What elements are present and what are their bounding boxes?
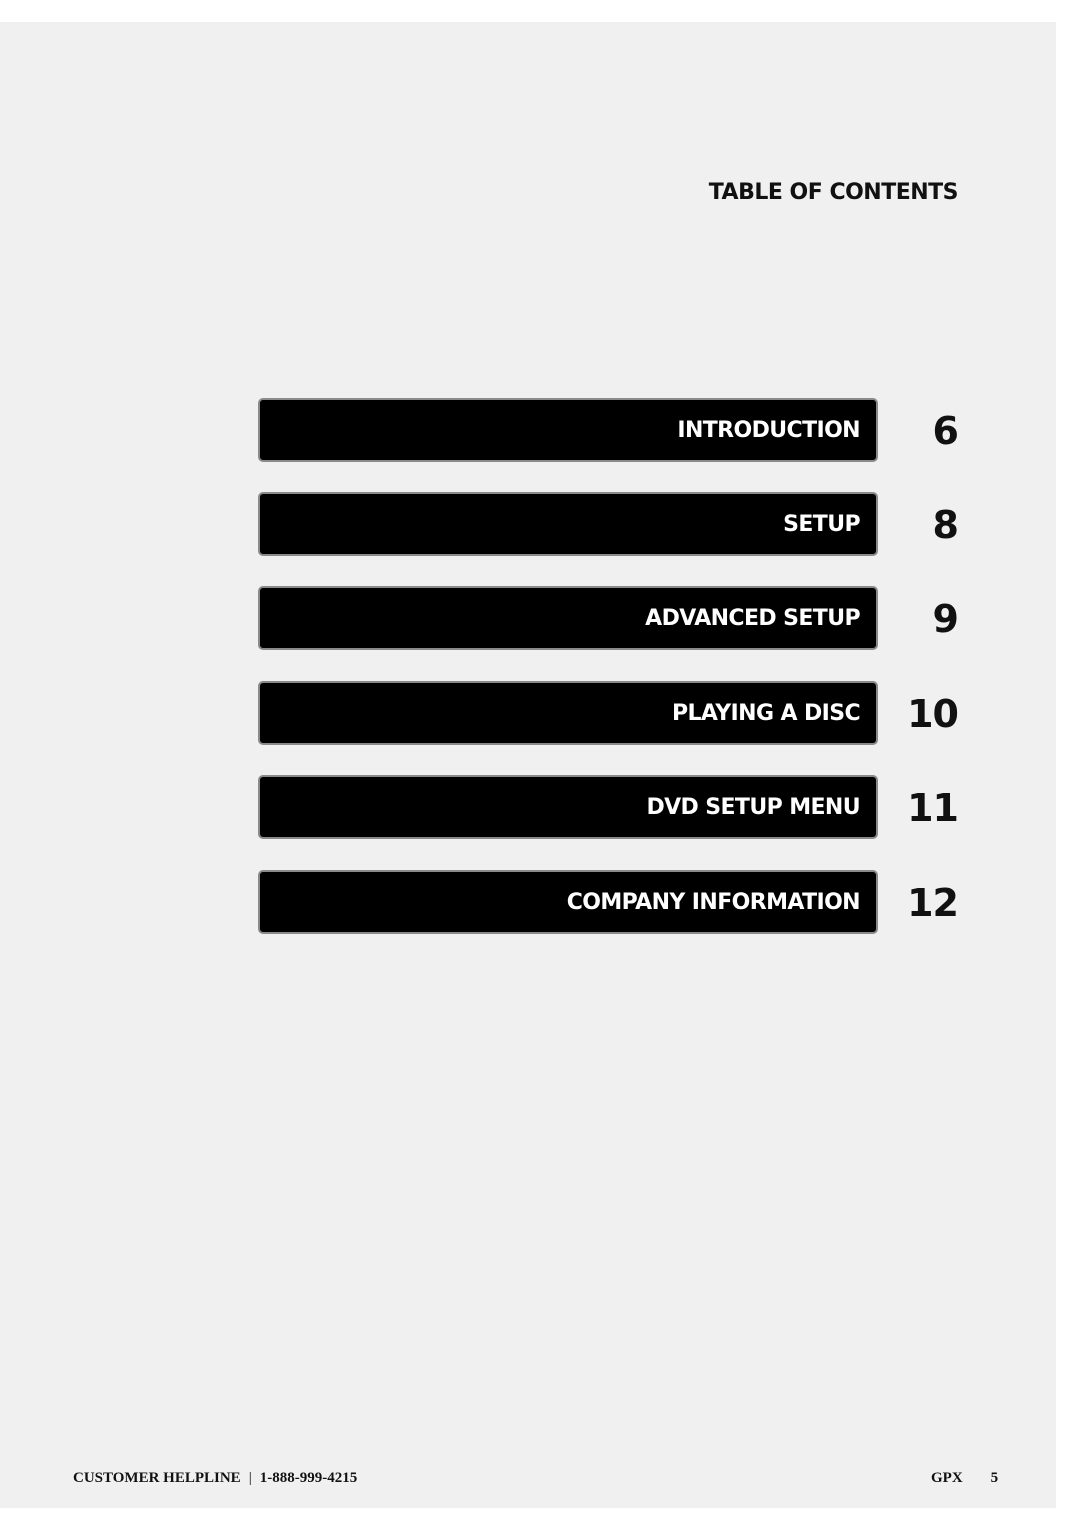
toc-entry-advanced-setup[interactable]: ADVANCED SETUP 9 xyxy=(258,586,959,650)
toc-entry-bar[interactable]: SETUP xyxy=(258,492,878,556)
helpline-label: CUSTOMER HELPLINE xyxy=(73,1470,241,1486)
toc-heading: TABLE OF CONTENTS xyxy=(708,180,959,205)
document-page: TABLE OF CONTENTS INTRODUCTION 6 SETUP 8… xyxy=(0,22,1056,1508)
toc-entry-page: 9 xyxy=(932,597,959,641)
toc-entry-label: COMPANY INFORMATION xyxy=(566,890,861,915)
toc-entry-page: 10 xyxy=(907,692,959,736)
toc-entry-label: DVD SETUP MENU xyxy=(646,795,860,820)
toc-entry-company-information[interactable]: COMPANY INFORMATION 12 xyxy=(258,870,959,934)
toc-entry-bar[interactable]: INTRODUCTION xyxy=(258,398,878,462)
toc-entry-label: ADVANCED SETUP xyxy=(645,606,860,631)
helpline-phone: 1-888-999-4215 xyxy=(259,1470,358,1486)
toc-entry-playing-a-disc[interactable]: PLAYING A DISC 10 xyxy=(258,681,959,745)
toc-entry-page: 6 xyxy=(932,409,959,453)
toc-entry-bar[interactable]: ADVANCED SETUP xyxy=(258,586,878,650)
footer-brand-page: GPX 5 xyxy=(931,1470,998,1487)
toc-entry-label: PLAYING A DISC xyxy=(671,701,861,726)
toc-entry-setup[interactable]: SETUP 8 xyxy=(258,492,959,556)
page-number: 5 xyxy=(990,1470,999,1486)
brand-name: GPX xyxy=(931,1470,963,1486)
toc-entry-label: SETUP xyxy=(783,512,860,537)
toc-entry-page: 11 xyxy=(907,786,959,830)
toc-entry-bar[interactable]: DVD SETUP MENU xyxy=(258,775,878,839)
toc-entry-bar[interactable]: PLAYING A DISC xyxy=(258,681,878,745)
toc-entry-bar[interactable]: COMPANY INFORMATION xyxy=(258,870,878,934)
toc-entry-page: 12 xyxy=(907,881,959,925)
toc-entry-page: 8 xyxy=(932,503,959,547)
toc-entry-introduction[interactable]: INTRODUCTION 6 xyxy=(258,398,959,462)
footer-helpline: CUSTOMER HELPLINE | 1-888-999-4215 xyxy=(73,1470,357,1487)
toc-entry-label: INTRODUCTION xyxy=(677,418,860,443)
toc-entry-dvd-setup-menu[interactable]: DVD SETUP MENU 11 xyxy=(258,775,959,839)
footer-separator: | xyxy=(248,1470,252,1486)
